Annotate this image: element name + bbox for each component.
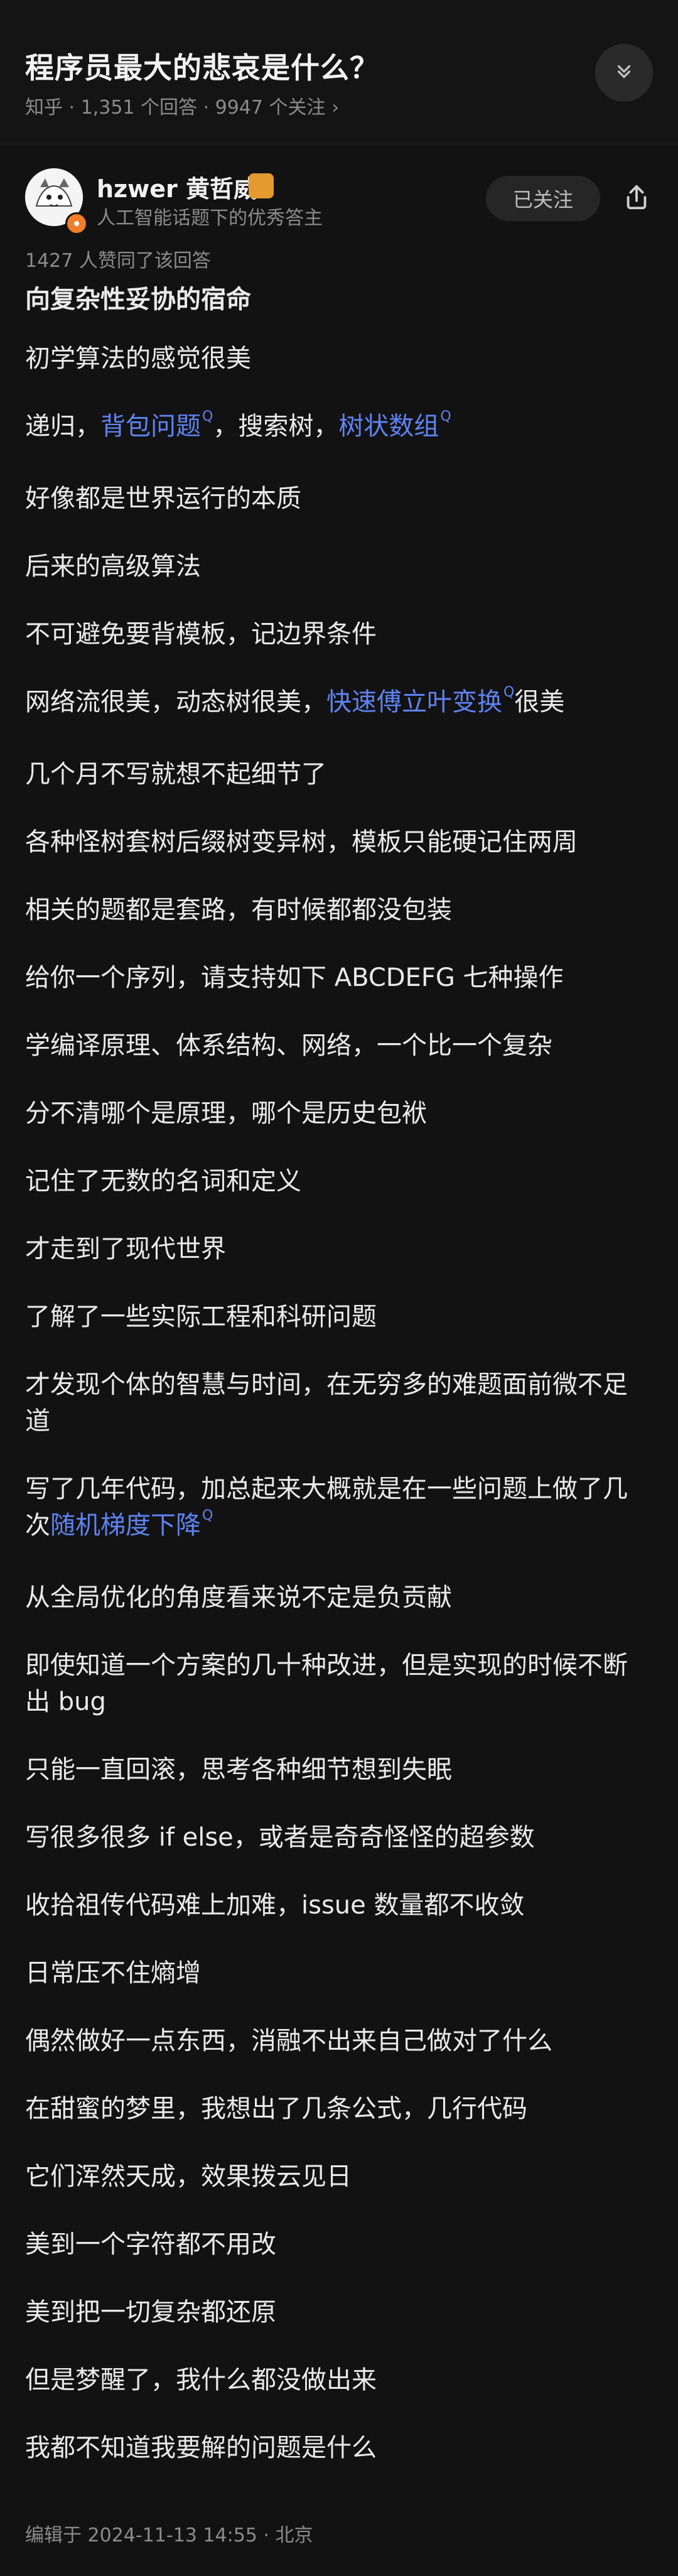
answer-title: 向复杂性妥协的宿命: [25, 285, 251, 314]
paragraph: 才发现个体的智慧与时间，在无穷多的难题面前微不足道: [25, 1370, 628, 1436]
chevrons-down-icon: [613, 61, 635, 85]
paragraph: 几个月不写就想不起细节了: [25, 760, 326, 789]
paragraph: 了解了一些实际工程和科研问题: [25, 1302, 377, 1331]
paragraph: 网络流很美，动态树很美，快速傅立叶变换Q很美: [25, 685, 565, 717]
chevron-right-icon: ›: [331, 97, 340, 119]
paragraph: 相关的题都是套路，有时候都都没包装: [25, 896, 452, 924]
paragraph: 才走到了现代世界: [25, 1235, 226, 1264]
search-icon: Q: [202, 1508, 213, 1523]
paragraph: 后来的高级算法: [25, 552, 201, 581]
paragraph: 偶然做好一点东西，消融不出来自己做对了什么: [25, 2027, 552, 2055]
follow-button[interactable]: 已关注: [486, 176, 600, 221]
question-header: 程序员最大的悲哀是什么？ 知乎 · 1,351 个回答 · 9947 个关注 ›: [0, 0, 678, 144]
paragraph: 从全局优化的角度看来说不定是负贡献: [25, 1583, 452, 1612]
answer-page: 程序员最大的悲哀是什么？ 知乎 · 1,351 个回答 · 9947 个关注 ›: [0, 0, 678, 2576]
link-fenwick-tree[interactable]: 树状数组: [338, 412, 439, 441]
paragraph: 美到把一切复杂都还原: [25, 2298, 276, 2327]
paragraph: 学编译原理、体系结构、网络，一个比一个复杂: [25, 1031, 552, 1060]
paragraph: 它们浑然天成，效果拨云见日: [25, 2162, 352, 2191]
verified-badge-icon: [65, 212, 88, 235]
search-icon: Q: [202, 409, 213, 425]
paragraph: 记住了无数的名词和定义: [25, 1167, 301, 1196]
badge-icon: [249, 173, 274, 198]
search-icon: Q: [503, 685, 515, 700]
link-fft[interactable]: 快速傅立叶变换: [326, 688, 502, 717]
paragraph: 在甜蜜的梦里，我想出了几条公式，几行代码: [25, 2094, 527, 2123]
source-label: 知乎: [25, 97, 63, 119]
paragraph: 但是梦醒了，我什么都没做出来: [25, 2366, 377, 2395]
question-title[interactable]: 程序员最大的悲哀是什么？: [25, 45, 379, 87]
share-icon: [622, 183, 651, 214]
author-name[interactable]: hzwer 黄哲威: [97, 170, 257, 204]
follower-count: 9947 个关注: [215, 97, 326, 119]
paragraph: 日常压不住熵增: [25, 1959, 201, 1988]
author-description: 人工智能话题下的优秀答主: [97, 207, 323, 229]
author-row: hzwer 黄哲威 人工智能话题下的优秀答主 已关注: [0, 163, 678, 245]
answer-content: 向复杂性妥协的宿命 初学算法的感觉很美 递归，背包问题Q，搜索树，树状数组Q 好…: [25, 281, 640, 2498]
paragraph: 收拾祖传代码难上加难，issue 数量都不收敛: [25, 1891, 525, 1920]
paragraph: 递归，背包问题Q，搜索树，树状数组Q: [25, 409, 451, 441]
paragraph: 初学算法的感觉很美: [25, 344, 251, 373]
link-sgd[interactable]: 随机梯度下降: [50, 1511, 201, 1540]
paragraph: 不可避免要背模板，记边界条件: [25, 620, 377, 649]
paragraph: 即使知道一个方案的几十种改进，但是实现的时候不断出 bug: [25, 1651, 628, 1716]
paragraph: 好像都是世界运行的本质: [25, 484, 301, 513]
question-meta[interactable]: 知乎 · 1,351 个回答 · 9947 个关注 ›: [25, 92, 339, 119]
paragraph: 各种怪树套树后缀树变异树，模板只能硬记住两周: [25, 828, 578, 857]
edited-timestamp: 编辑于 2024-11-13 14:55 · 北京: [25, 2525, 313, 2546]
collapse-button[interactable]: [595, 44, 653, 102]
share-button[interactable]: [613, 175, 660, 222]
paragraph: 写很多很多 if else，或者是奇奇怪怪的超参数: [25, 1823, 535, 1852]
link-knapsack[interactable]: 背包问题: [100, 412, 201, 441]
answer-count: 1,351 个回答: [80, 97, 198, 119]
paragraph: 只能一直回滚，思考各种细节想到失眠: [25, 1755, 452, 1784]
paragraph: 给你一个序列，请支持如下 ABCDEFG 七种操作: [25, 963, 564, 992]
vote-count: 1427 人赞同了该回答: [25, 250, 211, 272]
search-icon: Q: [440, 409, 451, 425]
paragraph: 写了几年代码，加总起来大概就是在一些问题上做了几次随机梯度下降Q: [25, 1475, 628, 1540]
paragraph: 美到一个字符都不用改: [25, 2230, 276, 2259]
paragraph: 分不清哪个是原理，哪个是历史包袱: [25, 1099, 427, 1128]
paragraph: 我都不知道我要解的问题是什么: [25, 2433, 377, 2462]
